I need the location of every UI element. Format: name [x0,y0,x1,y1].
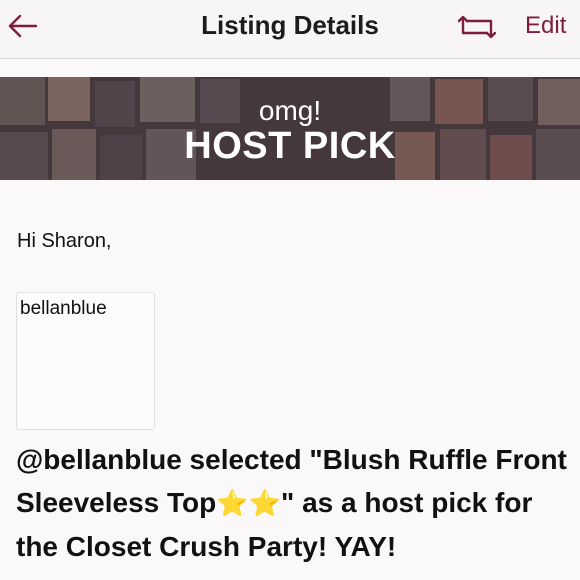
host-pick-banner: omg! HOST PICK [0,77,580,180]
repost-button[interactable] [456,12,498,42]
banner-title: HOST PICK [184,125,396,167]
navigation-bar: Listing Details Edit [0,0,580,59]
star-emoji-icon: ⭐⭐ [216,488,282,518]
repost-icon [458,15,496,39]
host-pick-message: @bellanblue selected "Blush Ruffle Front… [16,438,576,568]
edit-button[interactable]: Edit [525,12,566,40]
host-profile-card[interactable]: bellanblue [16,292,155,430]
greeting-text: Hi Sharon, [17,230,112,252]
host-username: bellanblue [20,298,107,319]
banner-subtitle: omg! [258,95,322,126]
